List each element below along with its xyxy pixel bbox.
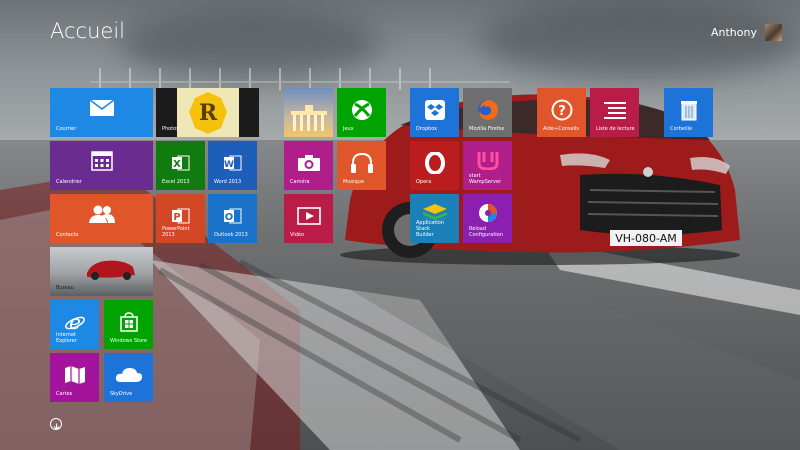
tile-camera[interactable]: Caméra — [284, 141, 333, 190]
tile-aide-conseils[interactable]: ? Aide+Conseils — [537, 88, 586, 137]
video-icon — [296, 206, 321, 225]
powerpoint-icon: P — [171, 207, 190, 225]
tile-landmark-photo[interactable] — [284, 88, 333, 137]
tile-outlook[interactable]: O Outlook 2013 — [208, 194, 257, 243]
calendar-icon — [90, 150, 113, 171]
tile-contacts[interactable]: Contacts — [50, 194, 153, 243]
mail-icon — [89, 98, 115, 117]
svg-text:e: e — [69, 311, 81, 333]
wamp-icon — [477, 150, 499, 170]
landmark-photo-icon — [287, 103, 331, 133]
tile-label: Liste de lecture — [596, 126, 635, 132]
svg-text:P: P — [173, 212, 180, 223]
tile-bureau[interactable]: Bureau — [50, 247, 153, 296]
tile-label: Windows Store — [110, 338, 148, 344]
xbox-icon — [351, 99, 373, 121]
tile-label: Corbeille — [670, 126, 693, 132]
tile-windows-store[interactable]: Windows Store — [104, 300, 153, 349]
tile-skydrive[interactable]: SkyDrive — [104, 353, 153, 402]
tile-label: SkyDrive — [110, 391, 133, 397]
user-name: Anthony — [711, 26, 757, 39]
headphones-icon — [350, 152, 374, 174]
tile-label: Jeux — [343, 126, 354, 132]
license-plate: VH-080-AM — [615, 232, 677, 245]
store-icon — [119, 311, 139, 332]
tile-label: Cartes — [56, 391, 73, 397]
tile-label: Internet Explorer — [56, 332, 77, 344]
tile-calendrier[interactable]: Calendrier — [50, 141, 153, 190]
tile-label: Mozilla Firefox — [469, 126, 505, 132]
tile-internet-explorer[interactable]: e Internet Explorer — [50, 300, 99, 349]
tile-opera[interactable]: Opera — [410, 141, 459, 190]
tile-label: start WampServer — [469, 173, 502, 185]
tile-label: Outlook 2013 — [214, 232, 248, 238]
tile-label: Bureau — [56, 285, 74, 291]
camera-icon — [297, 154, 321, 172]
firefox-icon — [477, 99, 499, 121]
tile-label: Reload Configuration — [469, 226, 503, 238]
arrow-down-icon — [53, 415, 60, 434]
tile-label: Photos — [162, 126, 179, 132]
svg-text:X: X — [173, 159, 181, 170]
ie-icon: e — [64, 311, 86, 333]
desktop-icon — [83, 257, 137, 281]
tile-label: Application Stack Builder — [416, 220, 444, 238]
people-icon — [88, 204, 116, 224]
opera-icon — [424, 151, 445, 174]
tile-excel[interactable]: X Excel 2013 — [156, 141, 205, 190]
tile-label: Contacts — [56, 232, 79, 238]
all-apps-button[interactable] — [50, 418, 62, 430]
excel-icon: X — [171, 154, 190, 172]
outlook-icon: O — [223, 207, 242, 225]
dropbox-icon — [424, 99, 446, 121]
map-icon — [64, 365, 86, 385]
tile-liste-de-lecture[interactable]: Liste de lecture — [590, 88, 639, 137]
tile-label: Calendrier — [56, 179, 82, 185]
tile-courrier[interactable]: Courrier — [50, 88, 153, 137]
reading-list-icon — [603, 100, 627, 120]
tile-label: Aide+Conseils — [543, 126, 580, 132]
tile-powerpoint[interactable]: P PowerPoint 2013 — [156, 194, 205, 243]
tile-label: Vidéo — [290, 232, 305, 238]
user-account[interactable]: Anthony — [711, 24, 782, 41]
tile-label: Opera — [416, 179, 432, 185]
recycle-bin-icon — [680, 99, 698, 121]
tile-photos[interactable]: R Photos — [156, 88, 259, 137]
svg-text:O: O — [224, 212, 233, 223]
tile-label: Musique — [343, 179, 364, 185]
tile-video[interactable]: Vidéo — [284, 194, 333, 243]
tile-label: Excel 2013 — [162, 179, 190, 185]
svg-text:W: W — [224, 160, 234, 170]
reload-config-icon — [477, 202, 499, 224]
tile-jeux[interactable]: Jeux — [337, 88, 386, 137]
tile-label: Dropbox — [416, 126, 438, 132]
tile-word[interactable]: W Word 2013 — [208, 141, 257, 190]
tile-musique[interactable]: Musique — [337, 141, 386, 190]
tile-application-stack-builder[interactable]: Application Stack Builder — [410, 194, 459, 243]
tile-reload-configuration[interactable]: Reload Configuration — [463, 194, 512, 243]
tile-corbeille[interactable]: Corbeille — [664, 88, 713, 137]
cloud-icon — [115, 367, 143, 383]
tile-label: PowerPoint 2013 — [162, 226, 190, 238]
avatar — [765, 24, 782, 41]
svg-text:R: R — [199, 100, 218, 126]
page-title: Accueil — [50, 19, 125, 43]
tile-label: Word 2013 — [214, 179, 242, 185]
word-icon: W — [223, 154, 242, 172]
tile-cartes[interactable]: Cartes — [50, 353, 99, 402]
help-icon: ? — [551, 99, 573, 121]
tile-firefox[interactable]: Mozilla Firefox — [463, 88, 512, 137]
tile-label: Caméra — [290, 179, 310, 185]
svg-text:?: ? — [558, 104, 566, 119]
tile-label: Courrier — [56, 126, 77, 132]
tile-wampserver[interactable]: start WampServer — [463, 141, 512, 190]
tile-dropbox[interactable]: Dropbox — [410, 88, 459, 137]
